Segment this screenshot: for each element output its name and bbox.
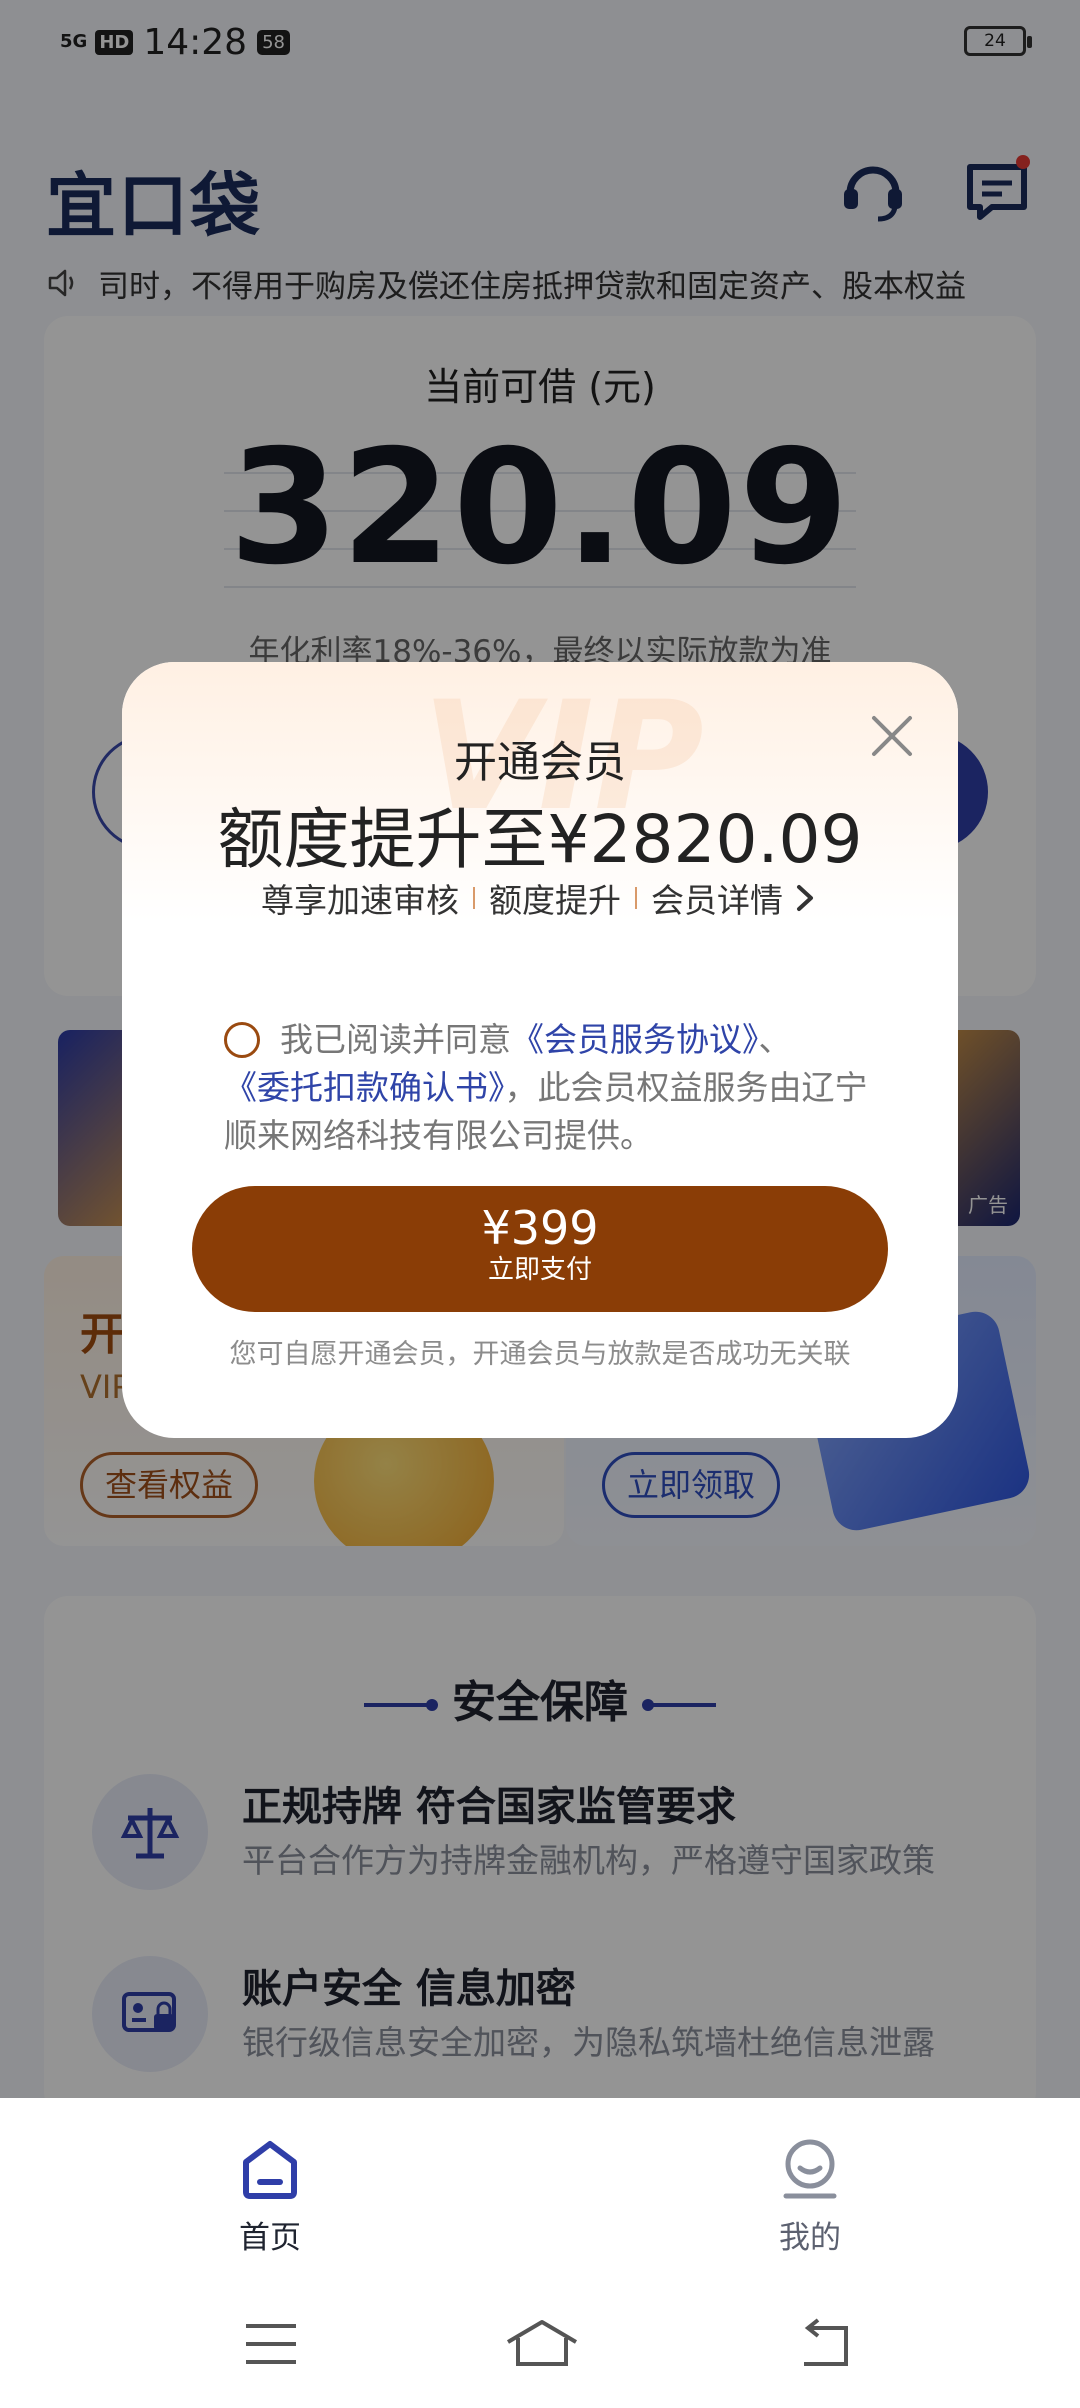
member-details-label: 会员详情 xyxy=(651,881,783,920)
tab-mine[interactable]: 我的 xyxy=(710,2138,910,2257)
agree-radio[interactable] xyxy=(224,1022,260,1058)
agree-prefix: 我已阅读并同意 xyxy=(280,1020,511,1059)
benefits-row: 尊享加速审核 额度提升 会员详情 xyxy=(122,874,958,922)
tab-mine-label: 我的 xyxy=(779,2220,841,2256)
tab-home[interactable]: 首页 xyxy=(170,2138,370,2257)
benefit-divider xyxy=(635,887,637,909)
pay-price: ¥399 xyxy=(481,1201,599,1255)
member-service-agreement-link[interactable]: 《会员服务协议》 xyxy=(511,1020,759,1059)
benefit-divider xyxy=(473,887,475,909)
debit-authorization-link[interactable]: 《委托扣款确认书》 xyxy=(224,1068,505,1107)
pay-now-button[interactable]: ¥399 立即支付 xyxy=(192,1186,888,1312)
home-icon xyxy=(243,2141,297,2199)
modal-title: 开通会员 xyxy=(454,738,626,788)
profile-icon xyxy=(783,2139,837,2199)
modal-headline: 额度提升至¥2820.09 xyxy=(217,801,863,878)
benefit-quota-increase: 额度提升 xyxy=(489,881,621,920)
bottom-tab-bar: 首页 我的 xyxy=(0,2098,1080,2278)
member-details-link[interactable]: 会员详情 xyxy=(651,874,819,922)
pay-label: 立即支付 xyxy=(487,1255,592,1285)
disclaimer: 您可自愿开通会员，开通会员与放款是否成功无关联 xyxy=(229,1339,851,1370)
system-nav-bar xyxy=(0,2278,1080,2408)
tab-home-label: 首页 xyxy=(239,2220,301,2256)
vip-membership-modal: VIP 开通会员 额度提升至¥2820.09 尊享加速审核 额度提升 会员详情 … xyxy=(122,662,958,1438)
system-home-icon[interactable] xyxy=(502,2316,582,2372)
chevron-right-icon xyxy=(797,885,813,911)
back-icon[interactable] xyxy=(790,2316,860,2372)
benefit-fast-review: 尊享加速审核 xyxy=(261,881,459,920)
menu-icon[interactable] xyxy=(236,2316,306,2372)
agree-separator: 、 xyxy=(758,1020,792,1059)
agreement-block: 我已阅读并同意《会员服务协议》、 《委托扣款确认书》，此会员权益服务由辽宁顺来网… xyxy=(224,1016,884,1160)
